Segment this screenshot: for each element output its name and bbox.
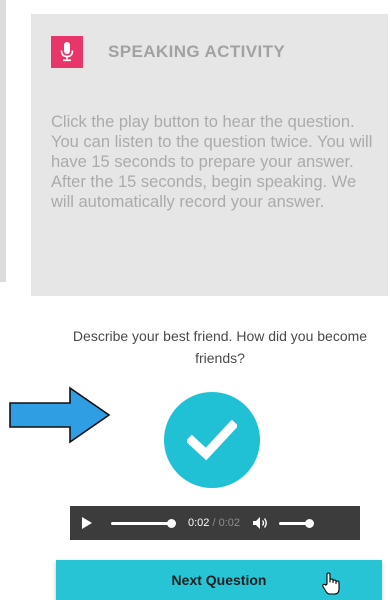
current-time: 0:02 [188, 517, 210, 529]
total-time: 0:02 [218, 517, 241, 529]
time-readout: 0:02 / 0:02 [188, 517, 240, 529]
activity-title: SPEAKING ACTIVITY [108, 42, 286, 61]
play-icon[interactable] [82, 517, 92, 529]
instructions-panel: SPEAKING ACTIVITY Click the play button … [31, 14, 388, 296]
checkmark-icon [187, 420, 237, 460]
question-text: Describe your best friend. How did you b… [72, 328, 368, 366]
volume-handle[interactable] [305, 518, 315, 528]
microphone-icon [51, 36, 83, 68]
left-panel-edge [0, 0, 6, 282]
progress-handle[interactable] [167, 518, 176, 528]
right-arrow-icon [9, 386, 111, 444]
volume-icon[interactable] [253, 517, 269, 529]
panel-header: SPEAKING ACTIVITY [51, 36, 285, 68]
instructions-text: Click the play button to hear the questi… [51, 113, 373, 211]
volume-slider[interactable] [279, 518, 315, 528]
time-separator: / [212, 517, 216, 529]
answer-status-button[interactable] [164, 392, 260, 488]
progress-slider[interactable] [111, 518, 176, 528]
hand-cursor-icon [322, 572, 340, 595]
audio-player: 0:02 / 0:02 [70, 506, 360, 540]
